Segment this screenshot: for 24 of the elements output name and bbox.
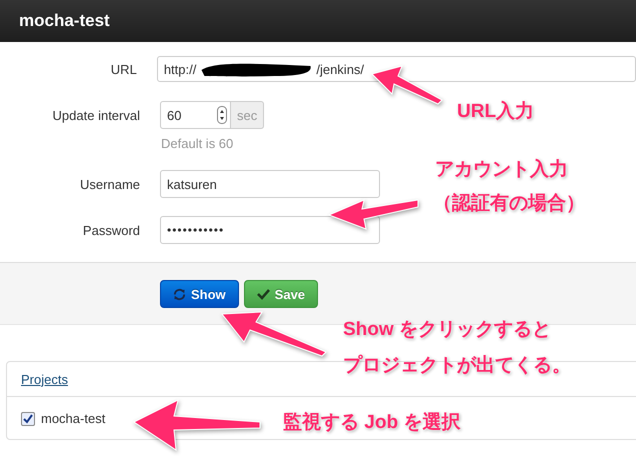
projects-link[interactable]: Projects xyxy=(21,372,68,386)
field-label: URL xyxy=(110,62,137,76)
annotation-text: 監視する Job を選択 xyxy=(283,411,460,435)
spinner-icon[interactable] xyxy=(217,106,227,124)
checkbox[interactable] xyxy=(21,412,35,426)
check-icon xyxy=(256,288,270,300)
unit-addon: sec xyxy=(231,101,264,129)
interval-field[interactable]: 60 xyxy=(160,101,231,129)
annotation-text: URL入力 xyxy=(457,100,534,124)
password-field[interactable]: ••••••••••• xyxy=(160,216,380,244)
refresh-icon xyxy=(173,288,186,300)
annotation-text: （認証有の場合） xyxy=(433,192,585,216)
annotation-text: Show をクリックすると xyxy=(343,318,552,342)
project-name: mocha-test xyxy=(41,411,106,426)
field-label: Password xyxy=(82,222,140,238)
annotation-text: アカウント入力 xyxy=(435,158,569,182)
url-field[interactable]: http:// /jenkins/ xyxy=(156,56,636,82)
annotation-text: プロジェクトが出てくる。 xyxy=(343,354,571,378)
field-label: Username xyxy=(79,176,140,192)
page-title: mocha-test xyxy=(19,11,110,31)
help-text: Default is 60 xyxy=(161,136,234,151)
field-label: Update interval xyxy=(52,108,140,122)
show-button[interactable]: Show xyxy=(160,280,239,308)
username-field[interactable]: katsuren xyxy=(160,170,380,198)
